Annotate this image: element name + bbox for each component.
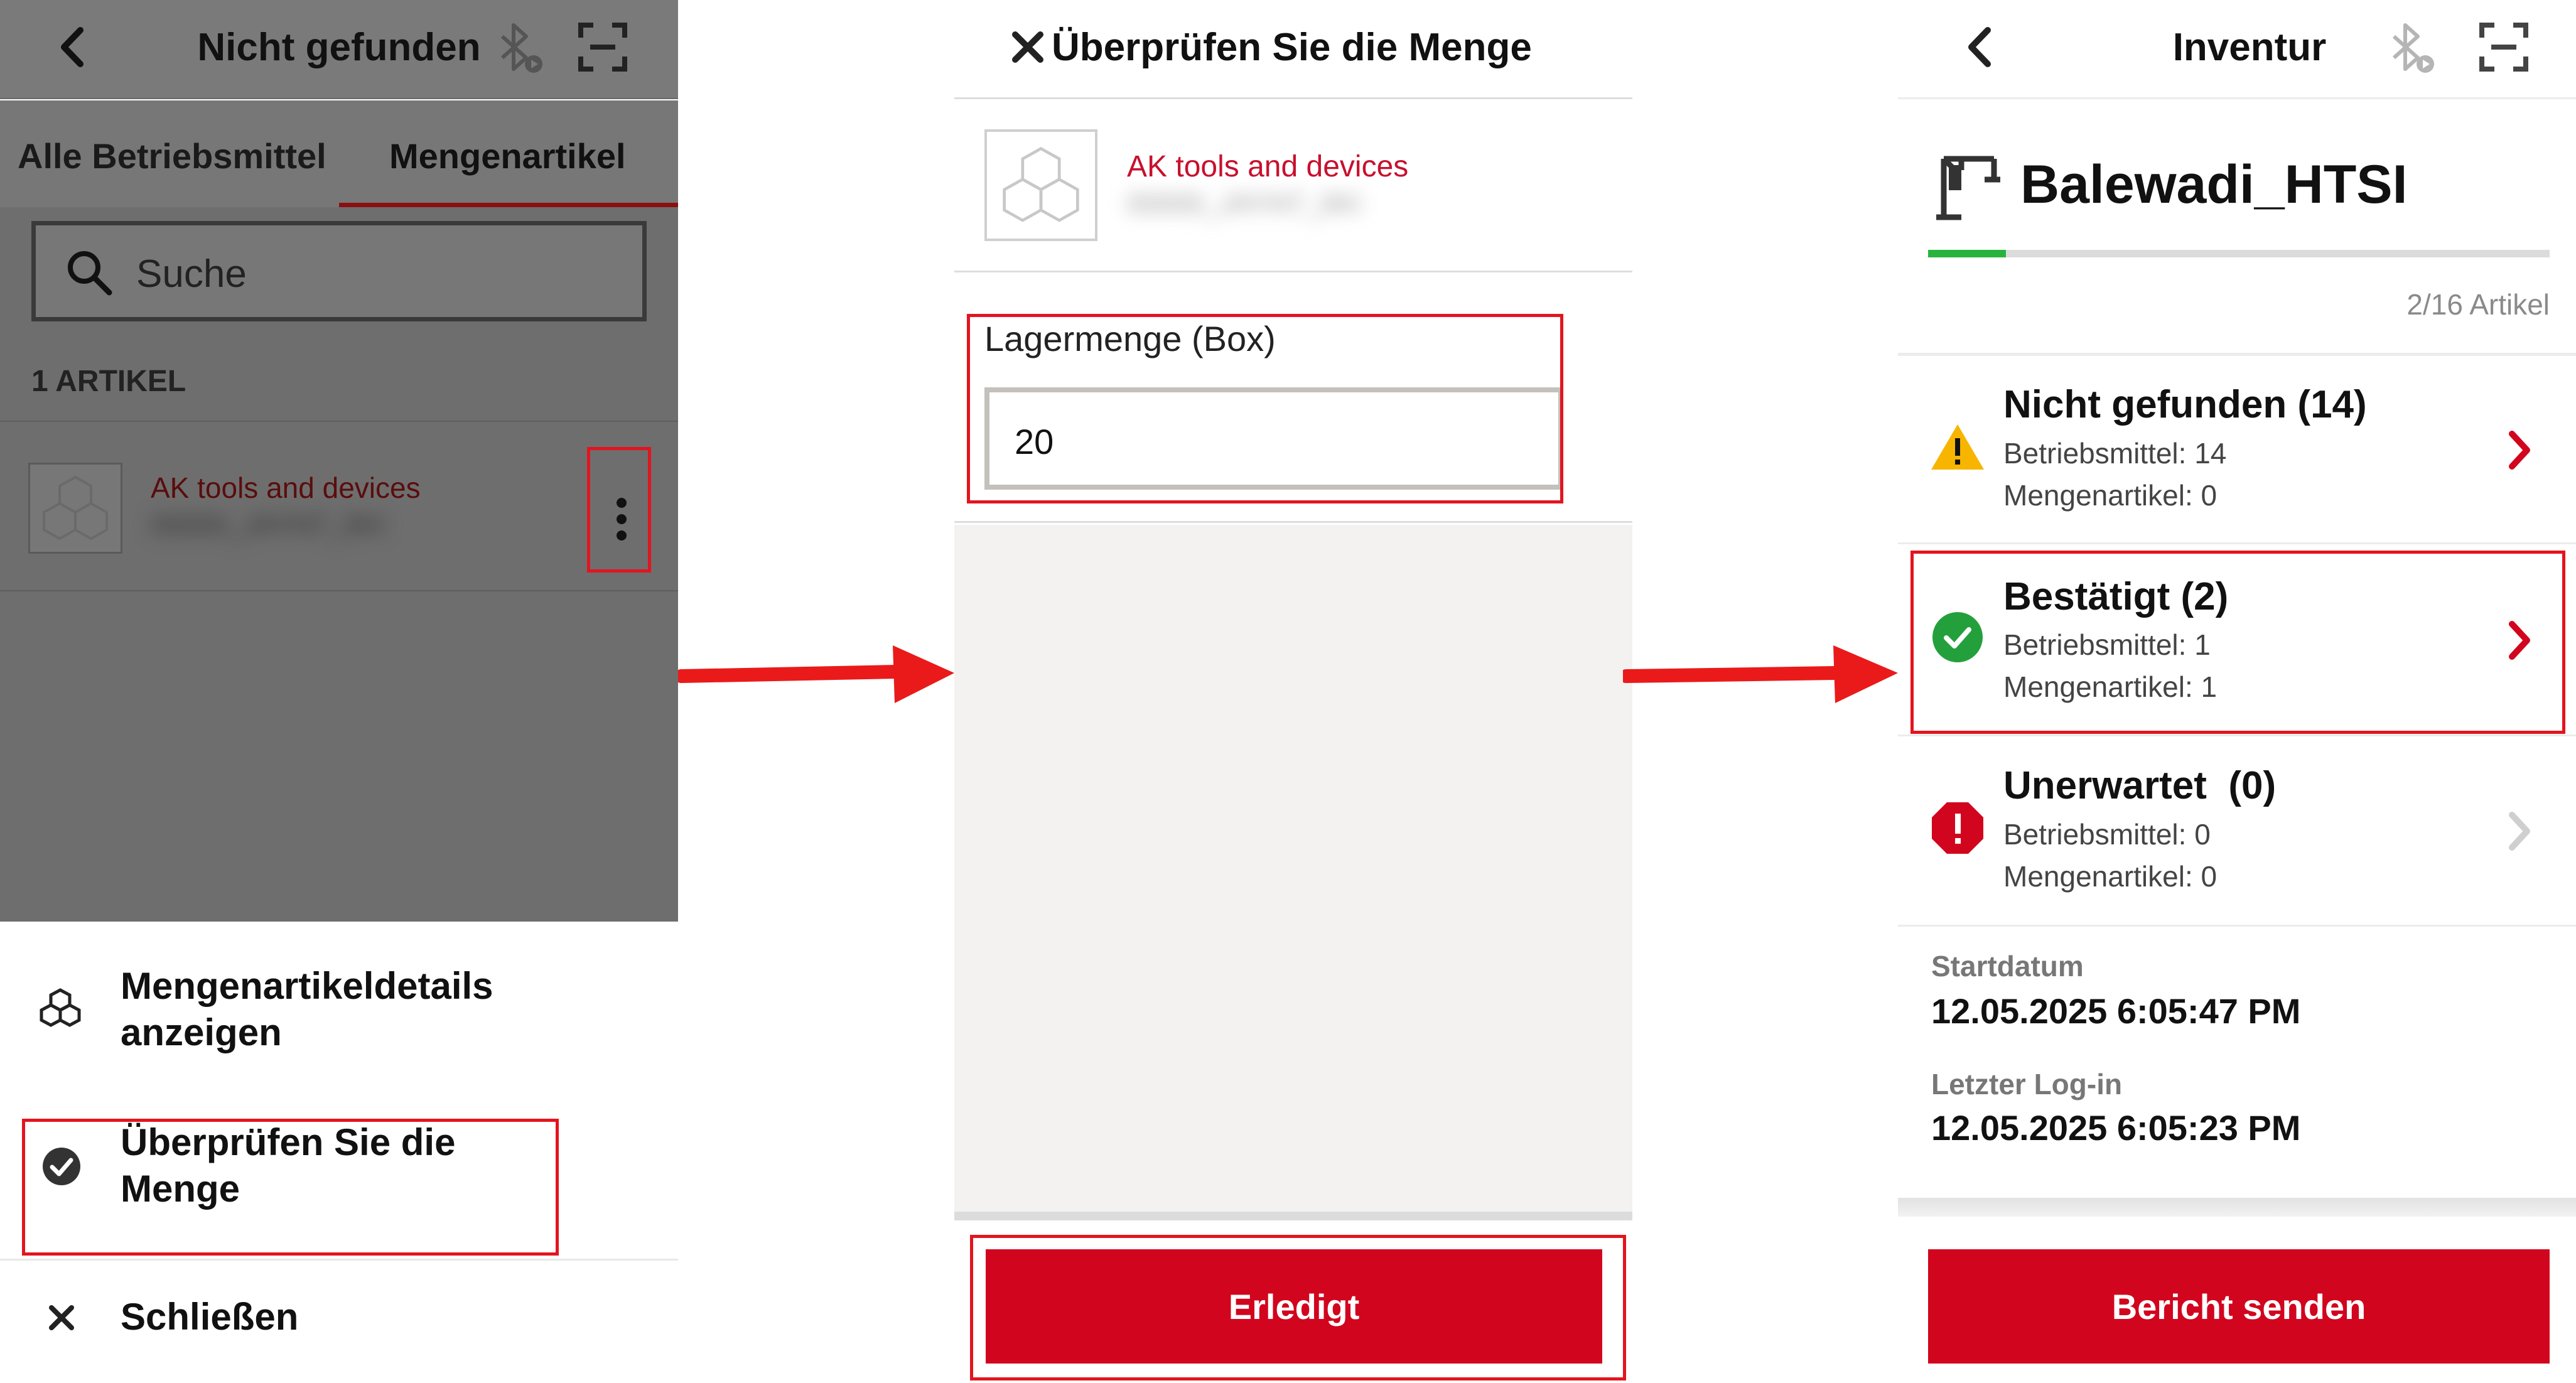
flow-arrow-icon: [678, 640, 954, 709]
section-line: Betriebsmittel: 0: [2003, 818, 2211, 851]
bluetooth-off-icon[interactable]: [490, 19, 549, 78]
menu-item-details[interactable]: Mengenartikeldetails anzeigen: [0, 922, 678, 1091]
section-title: Unerwartet (0): [2003, 764, 2277, 807]
item-summary: AK tools and devices 00000_JAYNT_0KI: [954, 100, 1632, 272]
search-icon: [61, 244, 117, 301]
menu-item-close[interactable]: Schließen: [0, 1262, 678, 1383]
scan-icon[interactable]: [2476, 19, 2532, 75]
back-arrow-icon[interactable]: [1951, 19, 2008, 75]
cubes-icon: [984, 129, 1097, 241]
start-date-label: Startdatum: [1931, 950, 2084, 982]
menu-item-label: Schließen: [121, 1296, 299, 1338]
last-login-value: 12.05.2025 6:05:23 PM: [1931, 1108, 2301, 1148]
header-bar: Inventur: [1898, 0, 2576, 99]
start-date-value: 12.05.2025 6:05:47 PM: [1931, 991, 2301, 1031]
tab-label: Mengenartikel: [389, 136, 626, 176]
search-field[interactable]: Suche: [31, 221, 647, 321]
header-bar: Überprüfen Sie die Menge: [954, 0, 1632, 99]
item-code: 00000_JAYNT_0KI: [1127, 188, 1362, 219]
crane-icon: [1929, 149, 2002, 222]
done-button-highlight: [970, 1235, 1626, 1380]
item-count-label: 1 ARTIKEL: [31, 365, 186, 398]
tab-quantity-items[interactable]: Mengenartikel: [339, 100, 678, 207]
list-item-not-found[interactable]: Nicht gefunden (14) Betriebsmittel: 14 M…: [1898, 356, 2576, 544]
close-icon: [43, 1299, 80, 1337]
item-name: AK tools and devices: [151, 471, 421, 504]
footer-shadow: [1898, 1198, 2576, 1217]
section-line: Mengenartikel: 0: [2003, 860, 2218, 893]
confirmed-section-highlight: [1910, 551, 2565, 734]
page-title: Inventur: [2172, 26, 2327, 69]
chevron-right-icon: [2501, 806, 2538, 856]
cubes-icon: [36, 984, 84, 1031]
panel-inventory: Inventur Balewadi_HTSI 2/16 Artikel Nich…: [1898, 0, 2576, 1383]
section-line: Betriebsmittel: 14: [2003, 437, 2227, 470]
chevron-right-icon: [2501, 425, 2538, 475]
item-code: 00000_JAYNT_0KI: [151, 510, 385, 541]
site-name: Balewadi_HTSI: [2020, 154, 2408, 215]
warning-icon: [1929, 419, 1986, 475]
panel-not-found: Nicht gefunden Alle Betriebsmittel Menge…: [0, 0, 678, 1383]
send-report-button[interactable]: Bericht senden: [1928, 1249, 2550, 1364]
last-login-label: Letzter Log-in: [1931, 1068, 2123, 1100]
tab-label: Alle Betriebsmittel: [18, 136, 326, 176]
flow-arrow-icon: [1623, 640, 1899, 709]
progress-label: 2/16 Artikel: [2406, 288, 2550, 321]
footer-shadow: [954, 1212, 1632, 1220]
list-area: Suche 1 ARTIKEL AK tools and devices 000…: [0, 207, 678, 923]
send-report-label: Bericht senden: [2111, 1286, 2366, 1326]
list-item[interactable]: AK tools and devices 00000_JAYNT_0KI: [0, 422, 678, 591]
panel-verify-quantity: Überprüfen Sie die Menge AK tools and de…: [954, 0, 1632, 1383]
progress-fill: [1928, 250, 2006, 257]
cubes-icon: [28, 463, 122, 554]
search-input[interactable]: Suche: [136, 252, 247, 296]
error-octagon-icon: [1929, 800, 1986, 856]
progress-track: [1928, 250, 2550, 257]
back-arrow-icon[interactable]: [44, 19, 100, 75]
page-title: Überprüfen Sie die Menge: [1052, 26, 1532, 69]
item-name: AK tools and devices: [1127, 150, 1409, 183]
verify-option-highlight: [22, 1119, 559, 1256]
scan-icon[interactable]: [574, 19, 631, 75]
page-title: Nicht gefunden: [197, 26, 481, 69]
bluetooth-off-icon[interactable]: [2381, 19, 2441, 78]
close-icon[interactable]: [1006, 25, 1050, 69]
section-title: Nicht gefunden (14): [2003, 383, 2367, 426]
more-button-highlight: [587, 447, 651, 573]
tab-bar: Alle Betriebsmittel Mengenartikel: [0, 100, 678, 207]
header-bar: Nicht gefunden: [0, 0, 678, 99]
list-item-unexpected[interactable]: Unerwartet (0) Betriebsmittel: 0 Mengena…: [1898, 738, 2576, 927]
site-header: Balewadi_HTSI 2/16 Artikel: [1898, 100, 2576, 352]
section-line: Mengenartikel: 0: [2003, 479, 2218, 512]
tab-all-equipment[interactable]: Alle Betriebsmittel: [0, 100, 339, 207]
menu-item-label: Mengenartikeldetails anzeigen: [121, 965, 493, 1053]
quantity-field-highlight: [967, 314, 1563, 503]
empty-area: [954, 525, 1632, 1215]
